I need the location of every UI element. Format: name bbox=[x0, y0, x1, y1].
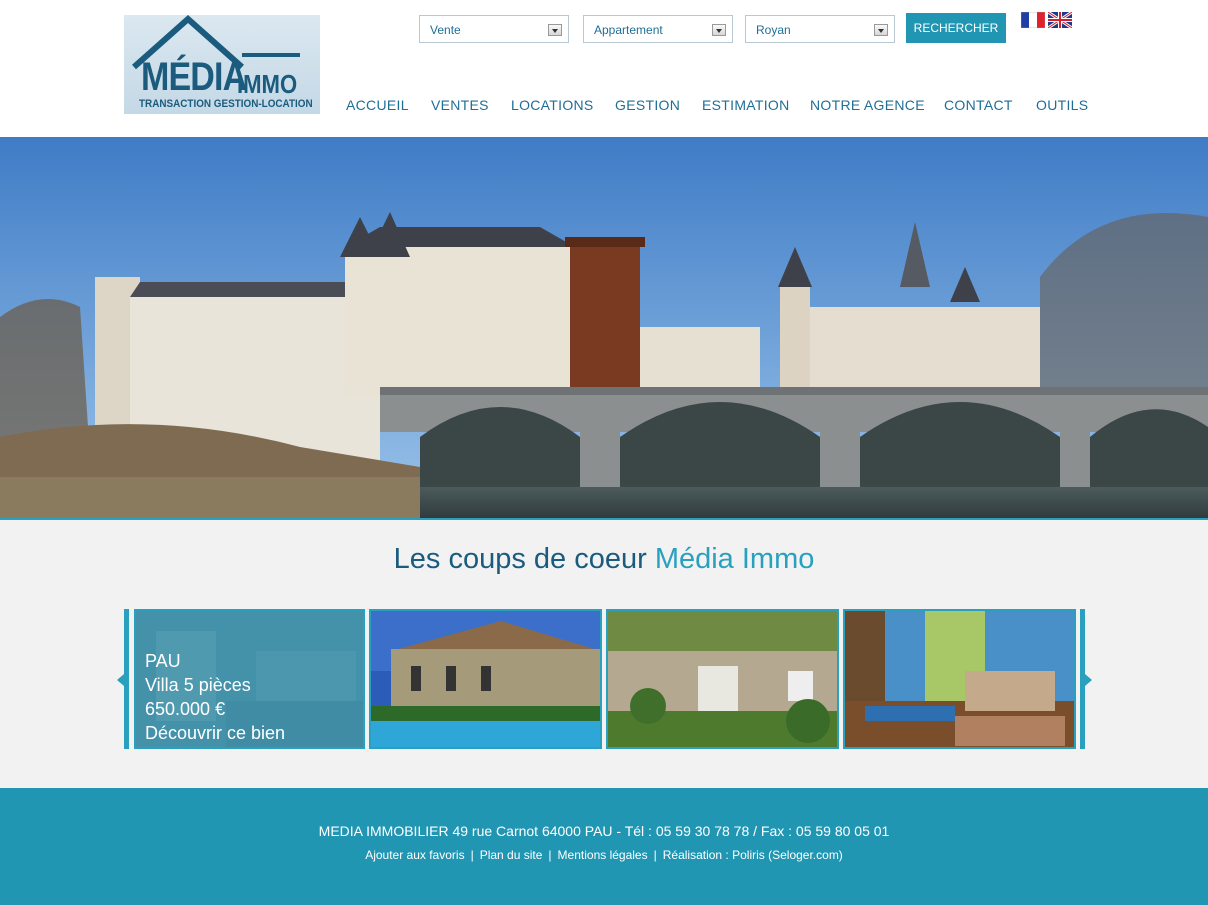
logo-tagline: TRANSACTION GESTION-LOCATION bbox=[139, 98, 313, 110]
nav-item-estimation[interactable]: ESTIMATION bbox=[702, 97, 790, 113]
property-photo-living-room bbox=[845, 611, 1074, 747]
hero-banner-image bbox=[0, 137, 1208, 520]
nav-item-gestion[interactable]: GESTION bbox=[615, 97, 680, 113]
nav-item-ventes[interactable]: VENTES bbox=[431, 97, 489, 113]
carousel-prev-arrow-icon[interactable] bbox=[117, 674, 124, 686]
site-header: MÉDIA IMMO TRANSACTION GESTION-LOCATION … bbox=[0, 0, 1208, 137]
card-property-type: Villa 5 pièces bbox=[145, 675, 251, 695]
site-footer: MEDIA IMMOBILIER 49 rue Carnot 64000 PAU… bbox=[0, 788, 1208, 905]
nav-item-contact[interactable]: CONTACT bbox=[944, 97, 1013, 113]
featured-title-accent: Média Immo bbox=[654, 543, 815, 575]
property-type-select-value: Appartement bbox=[594, 23, 663, 37]
dropdown-arrow-icon[interactable] bbox=[548, 24, 562, 36]
city-select-value: Royan bbox=[756, 23, 791, 37]
nav-item-locations[interactable]: LOCATIONS bbox=[511, 97, 594, 113]
footer-link-legal[interactable]: Mentions légales bbox=[558, 848, 648, 862]
featured-property-card[interactable] bbox=[843, 609, 1076, 749]
nav-item-outils[interactable]: OUTILS bbox=[1036, 97, 1088, 113]
uk-flag-icon[interactable] bbox=[1048, 12, 1072, 28]
featured-property-card[interactable]: PAU Villa 5 pièces 650.000 € Découvrir c… bbox=[134, 609, 365, 749]
nav-item-notre-agence[interactable]: NOTRE AGENCE bbox=[810, 97, 925, 113]
carousel-next-arrow-icon[interactable] bbox=[1085, 674, 1092, 686]
footer-address: MEDIA IMMOBILIER 49 rue Carnot 64000 PAU… bbox=[318, 823, 890, 839]
footer-link-sitemap[interactable]: Plan du site bbox=[480, 848, 543, 862]
french-flag-icon[interactable] bbox=[1021, 12, 1045, 28]
dropdown-arrow-icon[interactable] bbox=[712, 24, 726, 36]
dropdown-arrow-icon[interactable] bbox=[874, 24, 888, 36]
footer-link-favorites[interactable]: Ajouter aux favoris bbox=[365, 848, 464, 862]
footer-links: Ajouter aux favoris | Plan du site | Mention… bbox=[365, 848, 843, 862]
transaction-select-value: Vente bbox=[430, 23, 461, 37]
card-city: PAU bbox=[145, 651, 181, 671]
property-photo-cottage bbox=[608, 611, 837, 747]
transaction-select[interactable]: Vente bbox=[419, 15, 569, 43]
footer-link-credits[interactable]: Réalisation : Poliris (Seloger.com) bbox=[663, 848, 843, 862]
site-logo[interactable]: MÉDIA IMMO TRANSACTION GESTION-LOCATION bbox=[124, 15, 320, 114]
logo-brand-text: MÉDIA bbox=[141, 55, 247, 99]
featured-section-title: Les coups de coeur Média Immo bbox=[393, 543, 815, 575]
property-photo-manor-pool bbox=[371, 611, 600, 747]
carousel-left-edge bbox=[124, 609, 129, 749]
card-price: 650.000 € bbox=[145, 699, 226, 719]
featured-property-card[interactable] bbox=[606, 609, 839, 749]
property-type-select[interactable]: Appartement bbox=[583, 15, 733, 43]
search-button[interactable]: RECHERCHER bbox=[906, 13, 1006, 43]
city-select[interactable]: Royan bbox=[745, 15, 895, 43]
featured-property-card[interactable] bbox=[369, 609, 602, 749]
card-discover-link[interactable]: Découvrir ce bien bbox=[145, 721, 285, 745]
nav-item-accueil[interactable]: ACCUEIL bbox=[346, 97, 409, 113]
logo-brand-second: IMMO bbox=[237, 69, 298, 99]
